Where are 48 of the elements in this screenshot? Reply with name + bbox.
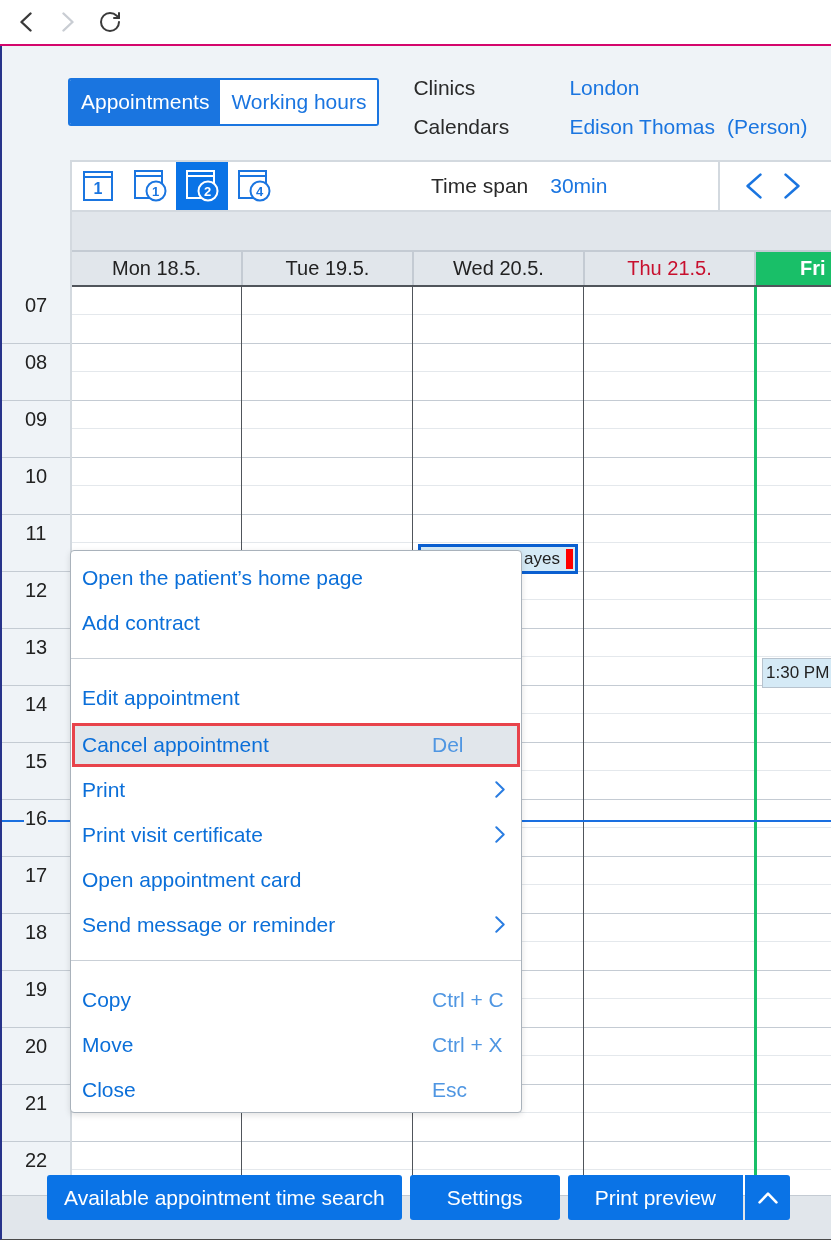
filter-link[interactable]: London bbox=[569, 68, 640, 107]
chevron-right-icon bbox=[62, 12, 74, 32]
calendar-icon bbox=[133, 170, 167, 202]
calendar-icon bbox=[83, 171, 113, 201]
filter-link[interactable]: Edison Thomas bbox=[569, 107, 715, 146]
menu-item[interactable]: Cancel appointment Del bbox=[72, 723, 520, 767]
footer-button[interactable]: Print preview bbox=[567, 1175, 744, 1220]
next-button[interactable] bbox=[784, 173, 800, 199]
previous-button[interactable] bbox=[746, 173, 762, 199]
day-header[interactable]: Fri bbox=[754, 252, 831, 285]
shortcut-label: Del bbox=[432, 733, 465, 757]
appointment-label: ayes bbox=[524, 548, 560, 569]
calendar-view-button[interactable]: 1 bbox=[72, 162, 124, 210]
footer-button[interactable]: Settings bbox=[409, 1175, 560, 1220]
chevron-up-icon bbox=[757, 1191, 778, 1204]
expand-button[interactable] bbox=[745, 1175, 791, 1220]
menu-item[interactable]: Open appointment card bbox=[71, 857, 521, 902]
calendar-view-button[interactable]: 2 bbox=[176, 162, 228, 210]
menu-item[interactable]: Send message or reminder bbox=[71, 902, 521, 947]
menu-item[interactable]: Open the patient’s home page bbox=[71, 555, 521, 600]
menu-item[interactable]: Move Ctrl + X bbox=[71, 1022, 521, 1067]
day-header[interactable]: Mon 18.5. bbox=[72, 252, 241, 285]
menu-item[interactable]: Add contract bbox=[71, 600, 521, 645]
time-span-label: Time span bbox=[431, 174, 529, 198]
shortcut-label: Ctrl + X bbox=[432, 1032, 503, 1057]
time-span-link[interactable]: 30min bbox=[550, 174, 608, 198]
footer-button[interactable]: Available appointment time search bbox=[47, 1175, 402, 1220]
filter-label: Calendars bbox=[413, 114, 511, 140]
chevron-right-icon bbox=[784, 173, 800, 199]
menu-item[interactable]: Close Esc bbox=[71, 1067, 521, 1112]
filter-note: (Person) bbox=[726, 114, 808, 140]
filter-label: Clinics bbox=[413, 75, 477, 101]
shortcut-label: Ctrl + C bbox=[432, 987, 504, 1012]
menu-item[interactable]: Print bbox=[71, 767, 521, 812]
calendar-icon bbox=[185, 170, 219, 202]
menu-item[interactable]: Print visit certificate bbox=[71, 812, 521, 857]
mode-tab[interactable]: Appointments bbox=[70, 80, 221, 124]
day-header[interactable]: Wed 20.5. bbox=[412, 252, 583, 285]
chevron-left-icon bbox=[20, 12, 32, 32]
menu-item[interactable]: Edit appointment bbox=[71, 675, 521, 720]
calendar-icon bbox=[237, 170, 271, 202]
shortcut-label: Esc bbox=[432, 1077, 468, 1102]
menu-item[interactable]: Copy Ctrl + C bbox=[71, 977, 521, 1022]
calendar-view-button[interactable]: 1 bbox=[124, 162, 176, 210]
day-header[interactable]: Tue 19.5. bbox=[241, 252, 412, 285]
reload-icon bbox=[100, 12, 120, 32]
calendar-view-button[interactable]: 4 bbox=[228, 162, 280, 210]
chevron-left-icon bbox=[746, 173, 762, 199]
